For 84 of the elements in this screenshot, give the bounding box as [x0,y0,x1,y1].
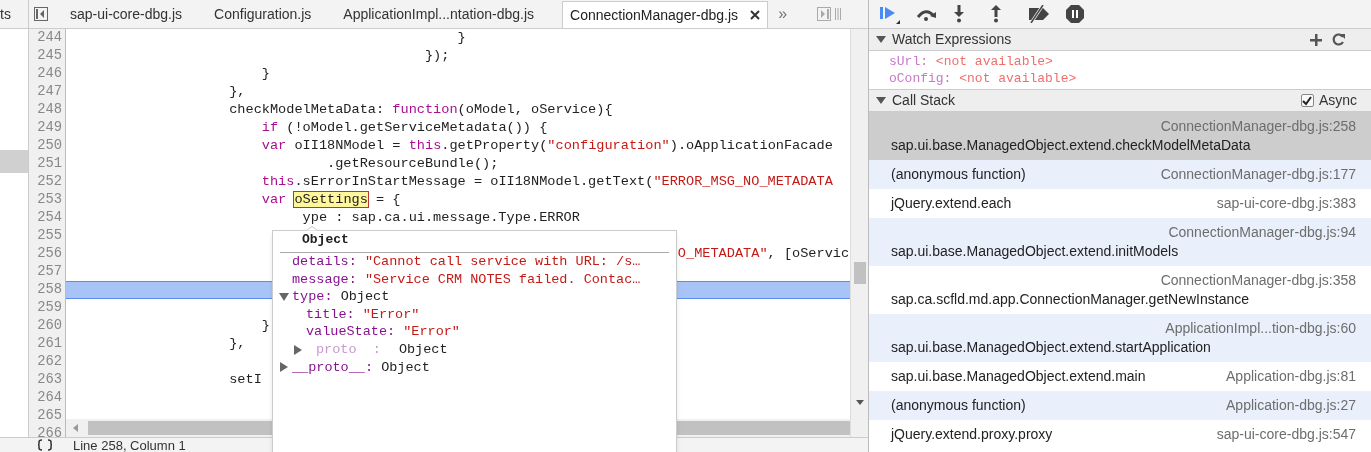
call-frame[interactable]: ConnectionManager-dbg.js:94 sap.ui.base.ManagedObject.extend.initModels [869,218,1371,266]
section-header[interactable]: Call Stack [892,90,956,111]
code-line: } [261,66,270,81]
line-number: 257 [36,263,63,281]
code-line: var oII18NModel = this.getProperty("configuration").oApplicationFacade [261,138,833,153]
property-entry[interactable]: type: Object [292,288,390,306]
code-line: }, [229,84,246,99]
code-line: .getResourceBundle(); [327,156,499,171]
line-number: 261 [36,335,63,353]
line-number: 260 [36,317,63,335]
editor-tab[interactable]: sap-ui-core-dbg.js [54,1,199,28]
code-line: } [261,318,270,333]
watch-expression: oConfig: <not available> [889,71,1077,86]
drag-handle-icon[interactable] [835,7,842,21]
line-number: 256 [36,245,63,263]
panel-toggle-icon[interactable] [817,7,832,21]
line-number: 259 [36,299,63,317]
line-number: 245 [36,47,63,65]
editor-tab[interactable]: ApplicationImpl...ntation-dbg.js [327,1,550,28]
collapsed-arrow-icon[interactable] [279,362,289,373]
tab-label[interactable]: ts [0,3,11,25]
async-label: Async [1318,91,1357,110]
code-line: var oSettings = { [261,192,401,207]
collapse-arrow-icon[interactable] [876,35,886,44]
collapsed-arrow-icon[interactable] [293,344,303,355]
property-entry: valueState: "Error" [306,323,460,341]
close-icon[interactable] [750,10,761,20]
line-number: 247 [36,83,63,101]
code-line: O_METADATA", [oServic [677,246,850,261]
step-into-icon[interactable] [954,5,964,23]
line-number: 250 [36,137,63,155]
code-line: this.sErrorInStartMessage = oII18NModel.getText("ERROR_MSG_NO_METADATA [261,174,833,189]
step-over-icon[interactable] [915,7,937,21]
editor-tab[interactable]: Configuration.js [198,1,328,28]
code-line: ype : sap.ca.ui.message.Type.ERROR [302,210,580,225]
step-out-icon[interactable] [991,5,1001,23]
property-entry[interactable]: __proto__: Object [292,358,430,377]
line-number: 265 [36,407,63,425]
line-number: 258 [36,281,63,299]
line-number: 254 [36,209,63,227]
popover-title: Object [302,231,349,248]
line-number: 264 [36,389,63,407]
property-entry: message: "Service CRM NOTES failed. Contac… [292,270,641,289]
line-number: 252 [36,173,63,191]
line-number: 249 [36,119,63,137]
call-frame[interactable]: ConnectionManager-dbg.js:258 sap.ui.base.ManagedObject.extend.checkModelMetaData [869,112,1371,160]
resume-icon[interactable] [880,4,902,24]
add-icon[interactable] [1310,33,1322,46]
vertical-scrollbar[interactable] [850,29,868,437]
pretty-print-icon[interactable] [37,439,53,451]
line-number: 246 [36,65,63,83]
line-number: 263 [36,371,63,389]
code-line: checkModelMetaData: function(oModel, oService){ [229,102,613,117]
property-entry[interactable]: proto : Object [306,340,448,359]
code-line: if (!oModel.getServiceMetadata()) { [261,120,548,135]
sidebar-toggle-icon[interactable] [34,7,48,21]
editor-tab[interactable]: ConnectionManager-dbg.js [562,1,769,28]
call-frame[interactable]: ApplicationImpl...tion-dbg.js:60 sap.ui.base.ManagedObject.extend.startApplication [869,314,1371,362]
scroll-down-icon[interactable] [856,400,864,406]
refresh-icon[interactable] [1332,33,1345,46]
code-line: }, [229,336,246,351]
scrollbar-thumb[interactable] [854,262,866,284]
code-line: } [457,30,466,45]
line-number: 266 [36,425,63,437]
code-line: setI [229,372,262,387]
line-number: 248 [36,101,63,119]
property-entry: details: "Cannot call service with URL: /s… [292,253,641,271]
watch-expression: sUrl: <not available> [889,54,1053,69]
more-tabs-button[interactable]: » [778,2,788,26]
line-number: 253 [36,191,63,209]
collapse-arrow-icon[interactable] [876,96,886,105]
pause-icon[interactable] [1065,4,1085,24]
line-number: 255 [36,227,63,245]
property-entry: title: "Error" [306,305,420,324]
line-number: 244 [36,29,63,47]
call-frame[interactable]: (anonymous function) Application-dbg.js:27 [869,391,1371,420]
deactivate-breakpoints-icon[interactable] [1027,5,1051,23]
expanded-arrow-icon[interactable] [279,292,289,302]
code-line: }); [424,48,450,63]
async-checkbox[interactable] [1300,94,1314,107]
line-number: 251 [36,155,63,173]
line-number: 262 [36,353,63,371]
call-frame[interactable]: (anonymous function) ConnectionManager-dbg.js:177 [869,160,1371,189]
cursor-position: Line 258, Column 1 [73,438,186,452]
